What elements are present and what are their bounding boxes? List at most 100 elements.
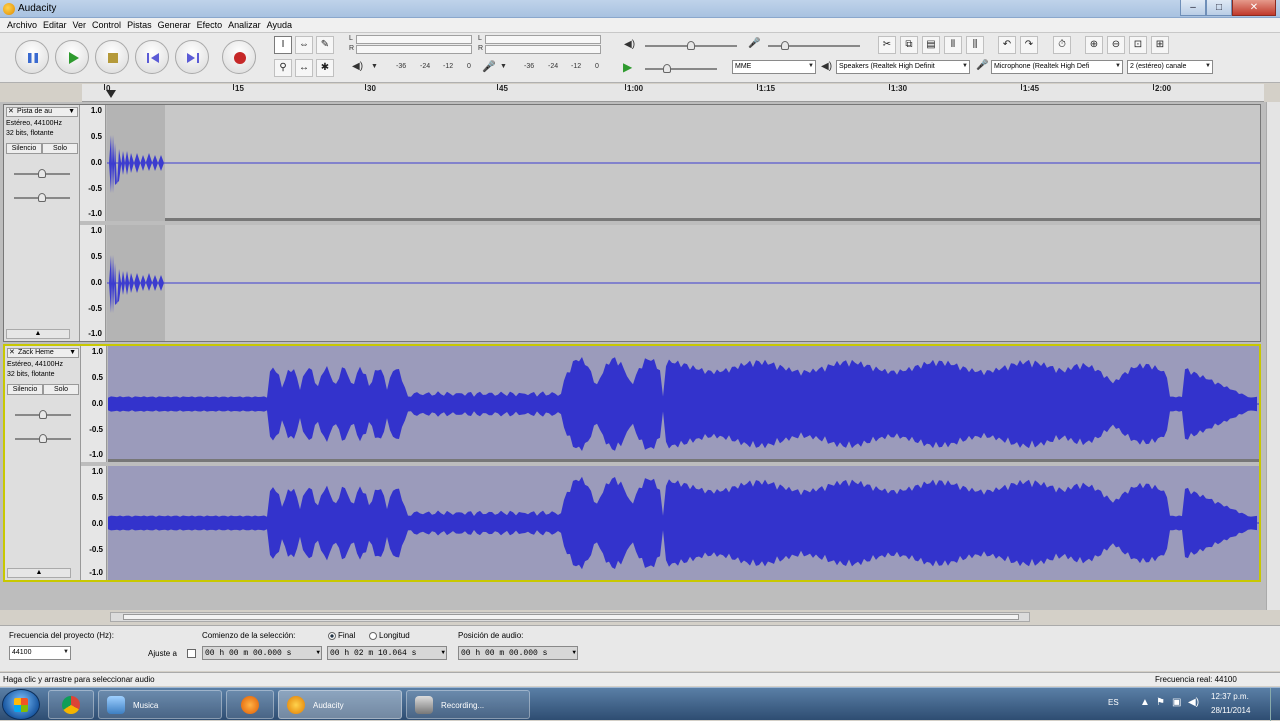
taskbar-item-musica[interactable]: Musica: [98, 690, 222, 719]
paste-icon[interactable]: ▤: [922, 36, 940, 54]
menu-ayuda[interactable]: Ayuda: [264, 18, 295, 32]
timeline-ruler[interactable]: 0 15 30 45 1:00 1:15 1:30 1:45 2:00: [82, 84, 1264, 102]
track-2-name-menu[interactable]: ✕ Zack Heme ▼: [7, 348, 79, 358]
playback-meter-l[interactable]: [356, 35, 472, 44]
zoom-tool-icon[interactable]: ⚲: [274, 59, 292, 77]
audio-track-1[interactable]: ✕ Pista de au ▼ Estéreo, 44100Hz 32 bits…: [3, 104, 1261, 342]
sync-lock-icon[interactable]: ⏱: [1053, 36, 1071, 54]
record-meter-dropdown-icon[interactable]: ▼: [500, 63, 507, 70]
menu-efecto[interactable]: Efecto: [194, 18, 226, 32]
undo-icon[interactable]: ↶: [998, 36, 1016, 54]
trim-icon[interactable]: ⫴: [944, 36, 962, 54]
timeshift-tool-icon[interactable]: ↔: [295, 59, 313, 77]
record-meter-r[interactable]: [485, 45, 601, 54]
playback-meter-r[interactable]: [356, 45, 472, 54]
close-button[interactable]: ✕: [1232, 0, 1276, 16]
track-2-solo-button[interactable]: Solo: [43, 384, 79, 395]
flag-icon[interactable]: ⚑: [1156, 697, 1165, 708]
selection-end-time[interactable]: 00 h 02 m 10.064 s: [327, 646, 447, 660]
chrome-taskbar-button[interactable]: [48, 690, 94, 719]
project-rate-select[interactable]: 44100: [9, 646, 71, 660]
zoom-out-icon[interactable]: ⊖: [1107, 36, 1125, 54]
skip-end-button[interactable]: [175, 40, 209, 74]
show-hidden-icons-icon[interactable]: ▲: [1140, 697, 1150, 708]
track-2-pan-knob[interactable]: [39, 434, 47, 443]
maximize-button[interactable]: □: [1206, 0, 1232, 16]
play-button[interactable]: [55, 40, 89, 74]
track-menu-dropdown-icon[interactable]: ▼: [68, 108, 75, 116]
envelope-tool-icon[interactable]: ⇔: [295, 36, 313, 54]
menu-analizar[interactable]: Analizar: [225, 18, 264, 32]
horizontal-scrollbar[interactable]: [110, 612, 1030, 622]
fit-selection-icon[interactable]: ⊡: [1129, 36, 1147, 54]
playback-meter-dropdown-icon[interactable]: ▼: [371, 63, 378, 70]
language-indicator[interactable]: ES: [1108, 698, 1119, 707]
play-at-speed-icon[interactable]: ▶: [623, 60, 632, 74]
skip-start-button[interactable]: [135, 40, 169, 74]
menu-archivo[interactable]: Archivo: [4, 18, 40, 32]
track-1-mute-button[interactable]: Silencio: [6, 143, 42, 154]
stop-button[interactable]: [95, 40, 129, 74]
record-button[interactable]: [222, 40, 256, 74]
selection-start-time[interactable]: 00 h 00 m 00.000 s: [202, 646, 322, 660]
track-1-channel-1-waveform[interactable]: [107, 105, 1260, 221]
firefox-taskbar-button[interactable]: [226, 690, 274, 719]
track-1-collapse-button[interactable]: ▲: [6, 329, 70, 339]
input-channels-select[interactable]: 2 (estéreo) canale: [1127, 60, 1213, 74]
volume-icon[interactable]: ◀): [1188, 697, 1199, 708]
taskbar-item-audacity[interactable]: Audacity: [278, 690, 402, 719]
snap-to-checkbox[interactable]: [187, 649, 196, 658]
draw-tool-icon[interactable]: ✎: [316, 36, 334, 54]
length-radio[interactable]: [369, 631, 377, 640]
menu-pistas[interactable]: Pistas: [124, 18, 155, 32]
input-device-select[interactable]: Microphone (Realtek High Defi: [991, 60, 1123, 74]
zoom-in-icon[interactable]: ⊕: [1085, 36, 1103, 54]
menu-control[interactable]: Control: [89, 18, 124, 32]
minimize-button[interactable]: –: [1180, 0, 1206, 16]
clock-date[interactable]: 28/11/2014: [1211, 706, 1250, 715]
record-meter-l[interactable]: [485, 35, 601, 44]
clock-time[interactable]: 12:37 p.m.: [1211, 692, 1249, 701]
track-1-channel-2-waveform[interactable]: [107, 225, 1260, 341]
end-radio[interactable]: [328, 631, 336, 640]
track-1-pan-knob[interactable]: [38, 193, 46, 202]
track-menu-dropdown-icon[interactable]: ▼: [69, 349, 76, 357]
close-track-icon[interactable]: ✕: [8, 108, 14, 116]
fit-project-icon[interactable]: ⊞: [1151, 36, 1169, 54]
redo-icon[interactable]: ↷: [1020, 36, 1038, 54]
track-1-gain-knob[interactable]: [38, 169, 46, 178]
input-volume-knob[interactable]: [781, 41, 789, 50]
audio-host-select[interactable]: MME: [732, 60, 816, 74]
track-1-name-menu[interactable]: ✕ Pista de au ▼: [6, 107, 78, 117]
taskbar-item-recording[interactable]: Recording...: [406, 690, 530, 719]
menu-ver[interactable]: Ver: [70, 18, 90, 32]
menu-editar[interactable]: Editar: [40, 18, 70, 32]
track-2-channel-1-waveform[interactable]: [108, 346, 1259, 462]
play-speed-slider[interactable]: [645, 68, 717, 70]
speaker-icon[interactable]: ◀): [352, 61, 363, 72]
audio-track-2[interactable]: ✕ Zack Heme ▼ Estéreo, 44100Hz 32 bits, …: [3, 344, 1261, 582]
track-2-mute-button[interactable]: Silencio: [7, 384, 43, 395]
track-1-solo-button[interactable]: Solo: [42, 143, 78, 154]
network-icon[interactable]: ▣: [1172, 697, 1181, 708]
cut-icon[interactable]: ✂: [878, 36, 896, 54]
track-2-channel-2-waveform[interactable]: [108, 466, 1259, 580]
output-volume-knob[interactable]: [687, 41, 695, 50]
menu-generar[interactable]: Generar: [155, 18, 194, 32]
horizontal-scrollbar-thumb[interactable]: [123, 614, 1019, 620]
pause-button[interactable]: [15, 40, 49, 74]
output-device-select[interactable]: Speakers (Realtek High Definit: [836, 60, 970, 74]
close-track-icon[interactable]: ✕: [9, 349, 15, 357]
start-button[interactable]: [2, 689, 40, 720]
copy-icon[interactable]: ⧉: [900, 36, 918, 54]
length-radio-option[interactable]: Longitud: [369, 631, 410, 640]
audio-position-time[interactable]: 00 h 00 m 00.000 s: [458, 646, 578, 660]
silence-icon[interactable]: ⫼: [966, 36, 984, 54]
track-2-collapse-button[interactable]: ▲: [7, 568, 71, 578]
selection-tool-icon[interactable]: I: [274, 36, 292, 54]
multi-tool-icon[interactable]: ✱: [316, 59, 334, 77]
track-2-gain-knob[interactable]: [39, 410, 47, 419]
end-radio-option[interactable]: Final: [328, 631, 355, 640]
microphone-icon[interactable]: 🎤: [482, 60, 496, 73]
show-desktop-button[interactable]: [1270, 688, 1280, 721]
